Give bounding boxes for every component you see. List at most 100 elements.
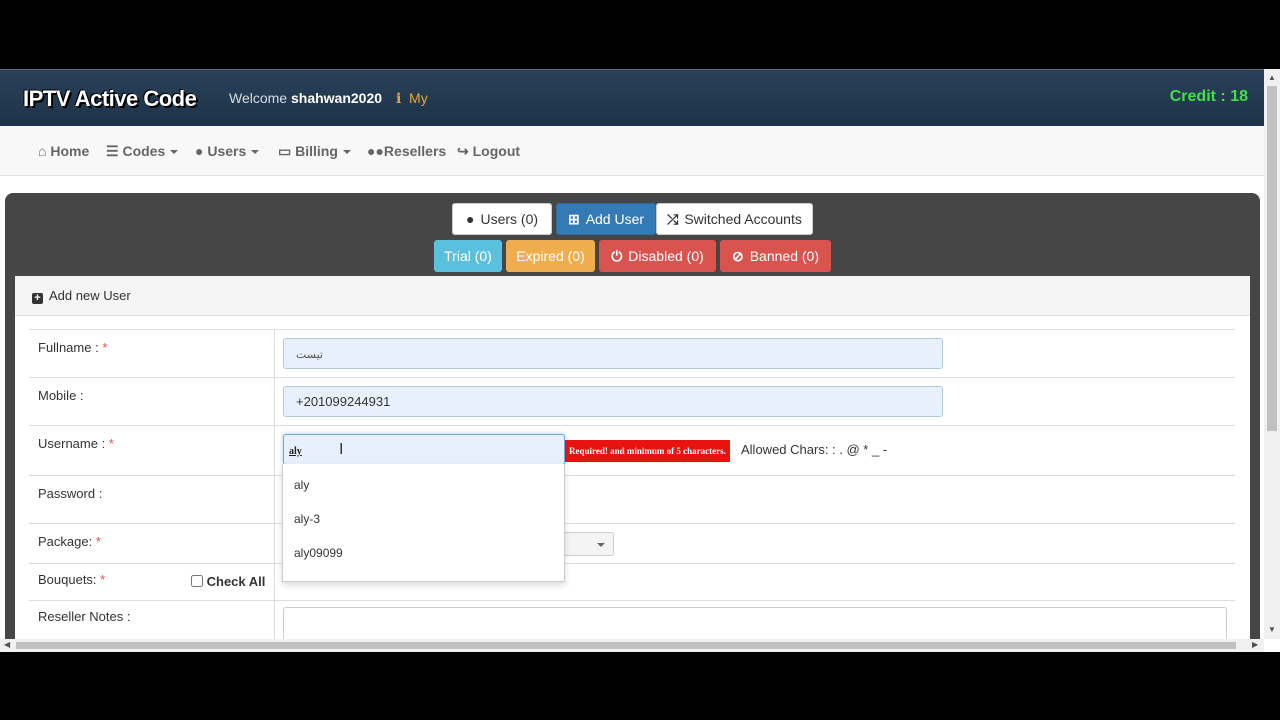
- credit-label: Credit :: [1169, 88, 1226, 105]
- banned-label: Banned (0): [749, 248, 819, 264]
- package-label-cell: Package: *: [29, 524, 275, 563]
- horizontal-scrollbar[interactable]: ◀ ▶: [0, 639, 1264, 652]
- ban-icon: ⊘: [731, 248, 744, 264]
- home-icon: ⌂: [38, 143, 47, 159]
- required-mark: *: [100, 572, 106, 587]
- scroll-down-icon[interactable]: ▼: [1268, 625, 1276, 634]
- fullname-label-cell: Fullname : *: [29, 330, 275, 377]
- scroll-right-icon[interactable]: ▶: [1252, 640, 1258, 649]
- switched-accounts-button[interactable]: ⤮ Switched Accounts: [656, 203, 813, 235]
- nav-home[interactable]: ⌂ Home: [38, 143, 89, 159]
- package-label-text: Package:: [38, 534, 93, 549]
- username-error: Required! and minimum of 5 characters.: [565, 440, 730, 462]
- nav-billing-label: Billing: [295, 143, 338, 159]
- power-icon: ⏻: [611, 248, 623, 264]
- username-label-cell: Username : *: [29, 426, 275, 475]
- mobile-label-cell: Mobile :: [29, 378, 275, 425]
- my-account-link[interactable]: i My: [395, 90, 428, 107]
- nav-users-label: Users: [207, 143, 247, 159]
- check-all-checkbox[interactable]: [191, 575, 203, 587]
- check-all[interactable]: Check All: [191, 574, 265, 589]
- add-user-label: Add User: [585, 211, 645, 227]
- autocomplete-item[interactable]: aly: [294, 478, 309, 492]
- card-title: + Add new User: [32, 288, 131, 304]
- plus-square-icon: +: [32, 293, 43, 304]
- username-label-text: Username :: [38, 436, 106, 451]
- main-navbar: ⌂ Home ☰ Codes ● Users ▭ Billing ●●Resel…: [0, 126, 1264, 176]
- mobile-row: Mobile : +201099244931: [29, 377, 1235, 425]
- users-icon: ●●: [367, 143, 384, 159]
- vertical-scroll-thumb[interactable]: [1267, 86, 1277, 431]
- add-user-button[interactable]: ⊞ Add User: [556, 203, 656, 235]
- users-button[interactable]: ● Users (0): [452, 203, 552, 235]
- bouquets-label-text: Bouquets:: [38, 572, 97, 587]
- nav-logout[interactable]: ↪ Logout: [457, 143, 520, 160]
- card-header: + Add new User: [15, 276, 1250, 316]
- billing-icon: ▭: [278, 143, 292, 159]
- nav-users[interactable]: ● Users: [195, 143, 260, 159]
- list-icon: ☰: [106, 143, 119, 159]
- expired-label: Expired (0): [516, 248, 585, 264]
- bouquets-label: Bouquets: *: [38, 572, 105, 587]
- expired-button[interactable]: Expired (0): [506, 240, 595, 272]
- chevron-down-icon: [597, 543, 605, 547]
- welcome-text: Welcome shahwan2020 i My: [229, 90, 428, 107]
- user-icon: ●: [195, 143, 204, 159]
- required-mark: *: [95, 534, 101, 549]
- notes-label: Reseller Notes :: [38, 609, 131, 624]
- nav-logout-label: Logout: [472, 143, 521, 159]
- nav-billing[interactable]: ▭ Billing: [278, 143, 351, 160]
- autocomplete-item[interactable]: aly-3: [294, 512, 320, 526]
- banned-button[interactable]: ⊘ Banned (0): [720, 240, 831, 272]
- chevron-down-icon: [170, 150, 179, 155]
- fullname-input[interactable]: تيست: [283, 338, 943, 369]
- top-header: IPTV Active Code Welcome shahwan2020 i M…: [0, 69, 1264, 126]
- welcome-username: shahwan2020: [290, 90, 383, 106]
- password-label-cell: Password :: [29, 476, 275, 523]
- required-mark: *: [102, 340, 108, 355]
- nav-resellers-label: Resellers: [383, 143, 447, 159]
- password-row: Password :: [29, 475, 1235, 523]
- autocomplete-item[interactable]: aly09099: [294, 546, 343, 560]
- username-autocomplete: aly aly-3 aly09099: [282, 464, 565, 582]
- chevron-down-icon: [342, 150, 351, 155]
- shuffle-icon: ⤮: [667, 211, 679, 227]
- chevron-down-icon: [251, 150, 260, 155]
- switched-accounts-label: Switched Accounts: [684, 211, 802, 227]
- password-label: Password :: [38, 486, 103, 501]
- my-account-label: My: [409, 90, 428, 106]
- trial-label: Trial (0): [444, 248, 492, 264]
- fullname-row: Fullname : * تيست: [29, 329, 1235, 377]
- plus-square-icon: ⊞: [567, 211, 580, 227]
- bouquets-label-cell: Bouquets: * Check All: [29, 564, 275, 600]
- scroll-up-icon[interactable]: ▲: [1268, 73, 1276, 82]
- mobile-label: Mobile :: [38, 388, 84, 403]
- user-icon: ●: [465, 211, 475, 227]
- fullname-value: تيست: [296, 349, 323, 361]
- trial-button[interactable]: Trial (0): [434, 240, 502, 272]
- horizontal-scroll-thumb[interactable]: [16, 642, 1236, 649]
- info-icon: i: [395, 91, 402, 107]
- nav-codes[interactable]: ☰ Codes: [106, 143, 179, 160]
- required-mark: *: [108, 436, 114, 451]
- username-input[interactable]: aly I: [283, 434, 565, 465]
- fullname-label: Fullname : *: [38, 340, 107, 355]
- package-label: Package: *: [38, 534, 101, 549]
- vertical-scrollbar[interactable]: ▲ ▼: [1264, 69, 1280, 639]
- credit-display: Credit : 18: [1170, 88, 1248, 106]
- nav-resellers[interactable]: ●●Resellers: [367, 143, 446, 159]
- mobile-value: +201099244931: [296, 394, 391, 409]
- site-logo[interactable]: IPTV Active Code: [23, 86, 197, 112]
- mobile-input[interactable]: +201099244931: [283, 386, 943, 417]
- scroll-left-icon[interactable]: ◀: [4, 640, 10, 649]
- credit-value: 18: [1230, 88, 1248, 105]
- fullname-label-text: Fullname :: [38, 340, 99, 355]
- add-user-card: + Add new User Fullname : * تيست Mobile :…: [15, 276, 1250, 652]
- check-all-label: Check All: [206, 574, 266, 589]
- disabled-button[interactable]: ⏻ Disabled (0): [599, 240, 716, 272]
- card-title-text: Add new User: [49, 288, 131, 303]
- logout-icon: ↪: [457, 143, 469, 159]
- users-button-label: Users (0): [480, 211, 539, 227]
- username-value: aly: [289, 446, 302, 457]
- username-label: Username : *: [38, 436, 114, 451]
